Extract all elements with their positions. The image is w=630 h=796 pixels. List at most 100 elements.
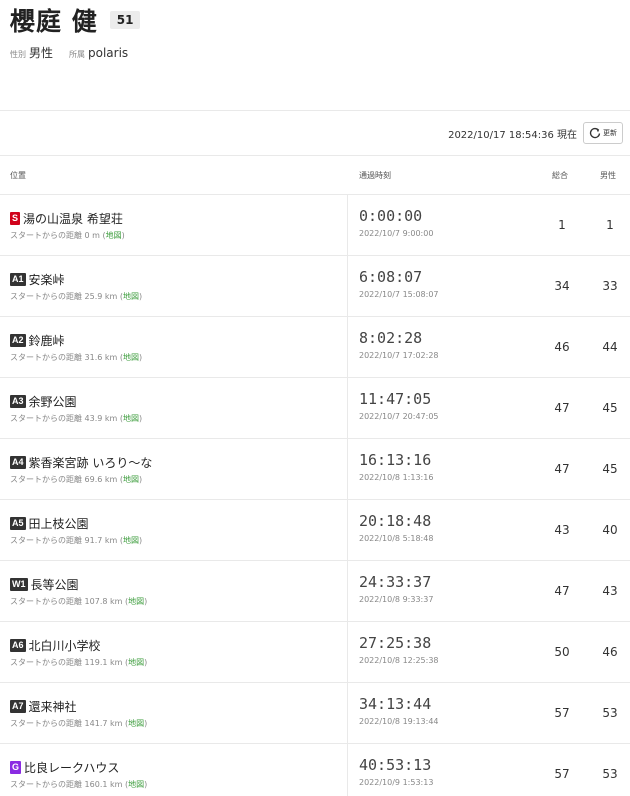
checkpoint-distance: スタートからの距離 107.8 km (地図) bbox=[10, 597, 148, 606]
column-divider bbox=[347, 378, 348, 438]
map-link[interactable]: 地図 bbox=[123, 414, 139, 423]
elapsed-time: 8:02:28 bbox=[359, 329, 423, 347]
checkpoint-distance: スタートからの距離 69.6 km (地図) bbox=[10, 475, 143, 484]
checkpoint-location: A1 安楽峠 bbox=[10, 271, 65, 288]
checkpoint-badge: A3 bbox=[10, 395, 26, 408]
column-divider bbox=[347, 500, 348, 560]
checkpoint-distance: スタートからの距離 119.1 km (地図) bbox=[10, 658, 148, 667]
checkpoint-row: A1 安楽峠 スタートからの距離 25.9 km (地図) 6:08:07 2022/1… bbox=[0, 255, 630, 316]
overall-rank: 50 bbox=[554, 645, 570, 659]
checkpoint-badge: W1 bbox=[10, 578, 28, 591]
checkpoint-row: S 湯の山温泉 希望荘 スタートからの距離 0 m (地図) 0:00:00 2022/… bbox=[0, 194, 630, 255]
map-link[interactable]: 地図 bbox=[123, 475, 139, 484]
checkpoint-location: W1 長等公園 bbox=[10, 576, 79, 593]
checkpoint-badge: A7 bbox=[10, 700, 26, 713]
checkpoint-name: 長等公園 bbox=[30, 578, 79, 592]
passage-clock-time: 2022/10/8 19:13:44 bbox=[359, 717, 439, 726]
gender-label: 性別 bbox=[10, 50, 26, 59]
checkpoint-badge: A4 bbox=[10, 456, 26, 469]
update-timestamp: 2022/10/17 18:54:36 現在 bbox=[448, 129, 577, 141]
checkpoint-location: G 比良レークハウス bbox=[10, 759, 119, 776]
passage-clock-time: 2022/10/7 20:47:05 bbox=[359, 412, 439, 421]
column-divider bbox=[347, 317, 348, 377]
column-divider bbox=[347, 256, 348, 316]
checkpoint-badge: A1 bbox=[10, 273, 26, 286]
passage-clock-time: 2022/10/8 12:25:38 bbox=[359, 656, 439, 665]
refresh-icon bbox=[589, 127, 601, 139]
gender-rank: 53 bbox=[602, 706, 618, 720]
passage-clock-time: 2022/10/8 9:33:37 bbox=[359, 595, 434, 604]
refresh-label: 更新 bbox=[603, 129, 617, 137]
checkpoint-name: 余野公園 bbox=[28, 395, 77, 409]
checkpoint-row: A6 北白川小学校 スタートからの距離 119.1 km (地図) 27:25:38 2… bbox=[0, 621, 630, 682]
checkpoint-distance: スタートからの距離 141.7 km (地図) bbox=[10, 719, 148, 728]
column-divider bbox=[347, 195, 348, 255]
map-link[interactable]: 地図 bbox=[128, 719, 144, 728]
passage-clock-time: 2022/10/7 9:00:00 bbox=[359, 229, 434, 238]
passage-clock-time: 2022/10/8 1:13:16 bbox=[359, 473, 434, 482]
checkpoint-distance: スタートからの距離 43.9 km (地図) bbox=[10, 414, 143, 423]
overall-rank: 43 bbox=[554, 523, 570, 537]
column-divider bbox=[347, 683, 348, 743]
checkpoint-location: A4 紫香楽宮跡 いろり〜な bbox=[10, 454, 152, 471]
checkpoint-distance: スタートからの距離 31.6 km (地図) bbox=[10, 353, 143, 362]
checkpoint-location: A6 北白川小学校 bbox=[10, 637, 101, 654]
column-header-passage-time: 通過時刻 bbox=[359, 171, 391, 180]
column-divider bbox=[347, 744, 348, 796]
elapsed-time: 40:53:13 bbox=[359, 756, 432, 774]
checkpoint-name: 安楽峠 bbox=[28, 273, 65, 287]
overall-rank: 34 bbox=[554, 279, 570, 293]
checkpoint-name: 比良レークハウス bbox=[24, 761, 120, 775]
passage-clock-time: 2022/10/7 17:02:28 bbox=[359, 351, 439, 360]
map-link[interactable]: 地図 bbox=[106, 231, 122, 240]
column-divider bbox=[347, 561, 348, 621]
column-header-gender-rank: 男性 bbox=[600, 171, 616, 180]
map-link[interactable]: 地図 bbox=[128, 597, 144, 606]
gender-rank: 33 bbox=[602, 279, 618, 293]
gender-rank: 45 bbox=[602, 462, 618, 476]
overall-rank: 57 bbox=[554, 767, 570, 781]
checkpoint-row: A5 田上枝公園 スタートからの距離 91.7 km (地図) 20:18:48 202… bbox=[0, 499, 630, 560]
overall-rank: 1 bbox=[558, 218, 566, 232]
gender-rank: 44 bbox=[602, 340, 618, 354]
gender-rank: 46 bbox=[602, 645, 618, 659]
map-link[interactable]: 地図 bbox=[123, 536, 139, 545]
checkpoint-row: A4 紫香楽宮跡 いろり〜な スタートからの距離 69.6 km (地図) 16:13… bbox=[0, 438, 630, 499]
gender-value: 男性 bbox=[29, 46, 54, 60]
gender-rank: 1 bbox=[606, 218, 614, 232]
checkpoint-location: A7 還来神社 bbox=[10, 698, 77, 715]
checkpoint-location: A3 余野公園 bbox=[10, 393, 77, 410]
checkpoint-name: 還来神社 bbox=[28, 700, 77, 714]
checkpoint-row: A3 余野公園スタートからの距離 43.9 km (地図) 11:47:05 2022… bbox=[0, 377, 630, 438]
map-link[interactable]: 地図 bbox=[123, 353, 139, 362]
column-header-overall-rank: 総合 bbox=[552, 171, 568, 180]
update-bar: 2022/10/17 18:54:36 現在 更新 bbox=[448, 120, 623, 146]
checkpoint-name: 田上枝公園 bbox=[28, 517, 89, 531]
checkpoint-name: 鈴鹿峠 bbox=[28, 334, 65, 348]
checkpoint-badge: G bbox=[10, 761, 22, 774]
checkpoint-distance: スタートからの距離 91.7 km (地図) bbox=[10, 536, 143, 545]
affiliation-value: polaris bbox=[88, 46, 129, 60]
checkpoint-badge: S bbox=[10, 212, 21, 225]
checkpoint-distance: スタートからの距離 160.1 km (地図) bbox=[10, 780, 148, 789]
map-link[interactable]: 地図 bbox=[123, 292, 139, 301]
gender-rank: 43 bbox=[602, 584, 618, 598]
elapsed-time: 24:33:37 bbox=[359, 573, 432, 591]
map-link[interactable]: 地図 bbox=[128, 658, 144, 667]
checkpoint-badge: A2 bbox=[10, 334, 26, 347]
column-divider bbox=[347, 439, 348, 499]
map-link[interactable]: 地図 bbox=[128, 780, 144, 789]
passage-clock-time: 2022/10/7 15:08:07 bbox=[359, 290, 439, 299]
elapsed-time: 11:47:05 bbox=[359, 390, 432, 408]
divider bbox=[0, 155, 630, 156]
overall-rank: 57 bbox=[554, 706, 570, 720]
runner-name: 櫻庭 健 bbox=[10, 7, 98, 36]
passage-clock-time: 2022/10/9 1:53:13 bbox=[359, 778, 434, 787]
checkpoint-name: 紫香楽宮跡 いろり〜な bbox=[28, 456, 153, 470]
elapsed-time: 0:00:00 bbox=[359, 207, 423, 225]
gender-rank: 53 bbox=[602, 767, 618, 781]
refresh-button[interactable]: 更新 bbox=[583, 122, 623, 144]
bib-number-badge: 51 bbox=[109, 11, 141, 29]
runner-meta: 性別 男性 所属 polaris bbox=[10, 44, 144, 61]
divider bbox=[0, 110, 630, 111]
